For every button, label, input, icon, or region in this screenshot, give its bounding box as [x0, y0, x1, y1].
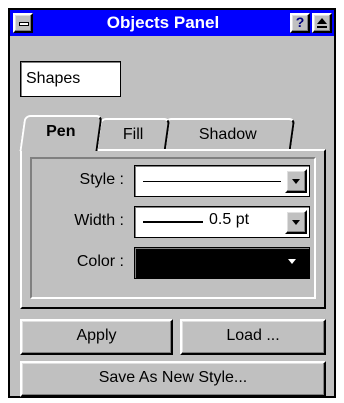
save-as-new-style-button[interactable]: Save As New Style... — [20, 361, 326, 397]
help-button[interactable]: ? — [290, 13, 310, 33]
style-dropdown[interactable] — [134, 165, 310, 197]
chevron-down-icon — [292, 220, 300, 225]
system-menu-button[interactable] — [13, 13, 33, 33]
style-label: Style : — [79, 171, 124, 188]
eject-up-icon — [317, 18, 327, 24]
width-dropdown-button[interactable] — [285, 210, 307, 234]
system-menu-icon — [19, 22, 29, 26]
pen-settings-group: Style : Width : 0.5 pt Color : — [30, 157, 316, 299]
objects-panel-window: Objects Panel ? Shapes Shadow Fill Pen S… — [8, 8, 336, 398]
tab-pen[interactable]: Pen — [19, 115, 103, 151]
color-label: Color : — [76, 253, 124, 270]
window-title: Objects Panel — [106, 13, 220, 32]
pen-tab-panel: Style : Width : 0.5 pt Color : — [20, 149, 326, 309]
line-width-sample — [143, 221, 203, 223]
line-style-sample — [143, 181, 281, 182]
collapse-button[interactable] — [312, 13, 332, 33]
chevron-down-icon — [288, 259, 296, 264]
color-dropdown[interactable] — [134, 247, 310, 279]
width-dropdown[interactable]: 0.5 pt — [134, 206, 310, 238]
chevron-down-icon — [292, 179, 300, 184]
width-value: 0.5 pt — [209, 211, 250, 228]
load-button[interactable]: Load ... — [180, 319, 326, 355]
apply-button[interactable]: Apply — [20, 319, 173, 355]
tab-shadow[interactable]: Shadow — [160, 118, 296, 150]
width-label: Width : — [74, 212, 124, 229]
title-bar[interactable]: Objects Panel ? — [10, 10, 334, 36]
tab-fill[interactable]: Fill — [95, 118, 171, 150]
color-dropdown-button[interactable] — [283, 251, 305, 275]
shapes-field[interactable]: Shapes — [20, 61, 121, 97]
style-dropdown-button[interactable] — [285, 169, 307, 193]
